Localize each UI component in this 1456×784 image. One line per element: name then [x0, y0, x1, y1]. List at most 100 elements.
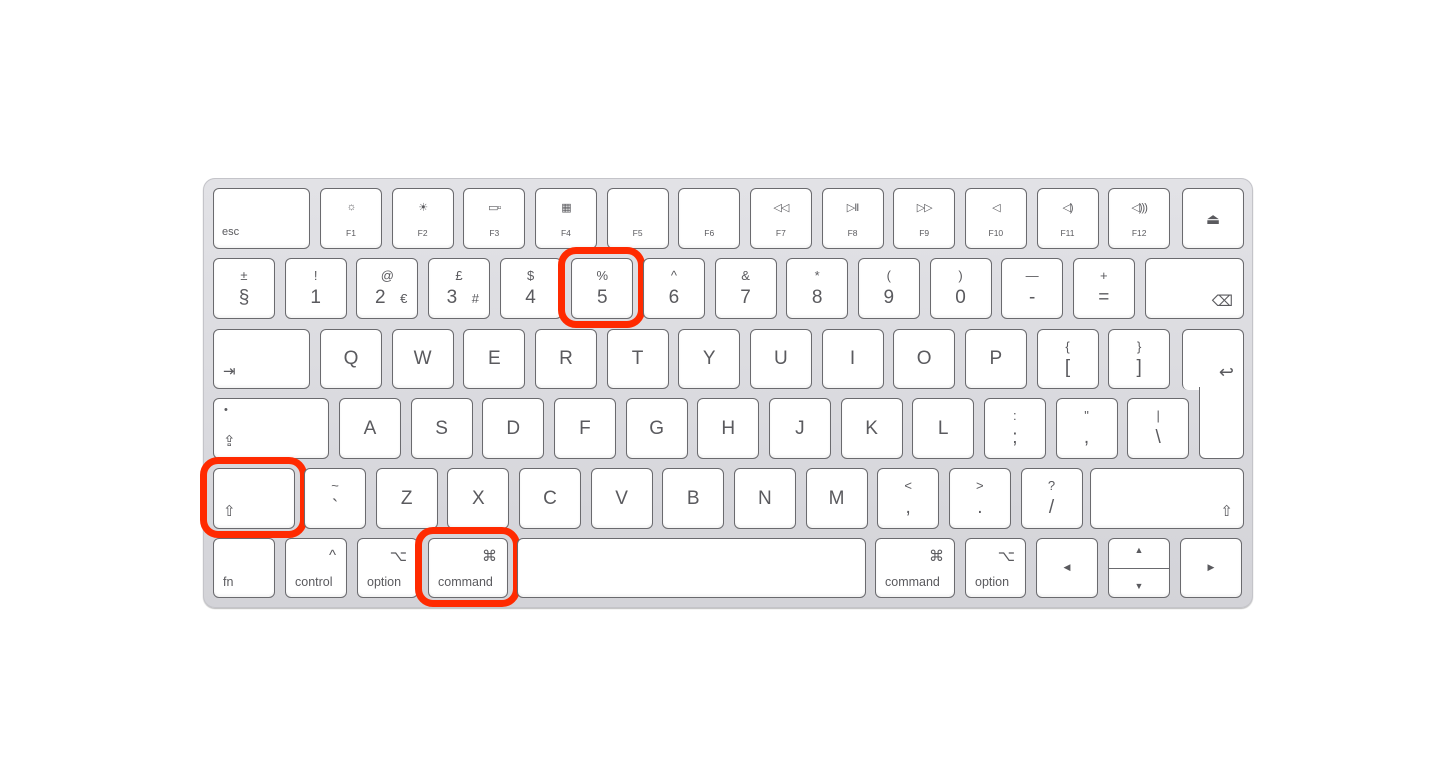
main-symbol: 4 [525, 287, 536, 308]
key-esc[interactable]: esc [213, 188, 310, 249]
letter-label: M [828, 487, 845, 509]
key-option[interactable]: option ⌥ [357, 538, 418, 598]
key-D[interactable]: D [482, 398, 545, 459]
key-space[interactable] [517, 538, 866, 598]
key-u61[interactable]: + = [1072, 258, 1135, 319]
key-U[interactable]: U [749, 329, 812, 389]
key-F4[interactable]: ▦ F4 [534, 188, 597, 249]
key-H[interactable]: H [697, 398, 760, 459]
key-F8[interactable]: ▷II F8 [821, 188, 884, 249]
key-C[interactable]: C [518, 468, 581, 529]
key-2[interactable]: @2 € [356, 258, 419, 319]
key-G[interactable]: G [625, 398, 688, 459]
key-u167[interactable]: ± § [213, 258, 275, 319]
fkey-label: F4 [560, 228, 571, 238]
key-E[interactable]: E [463, 329, 526, 389]
key-F11[interactable]: ◁) F11 [1036, 188, 1099, 249]
key-R[interactable]: R [534, 329, 597, 389]
shift-symbol: ) [958, 268, 963, 283]
key-u46[interactable]: >. [948, 468, 1011, 529]
control-icon: ^ [328, 547, 336, 564]
key-M[interactable]: M [805, 468, 868, 529]
letter-label: U [774, 348, 788, 369]
key-W[interactable]: W [391, 329, 454, 389]
shift-symbol: ( [886, 268, 892, 283]
key-V[interactable]: V [590, 468, 653, 529]
key-Z[interactable]: Z [375, 468, 438, 529]
right-option-icon: ⌥ [997, 548, 1015, 565]
key-6[interactable]: ^ 6 [642, 258, 705, 319]
fkey-label: F7 [775, 228, 786, 238]
letter-label: Y [702, 348, 716, 369]
key-u44[interactable]: <, [877, 468, 940, 529]
key-Q[interactable]: Q [320, 329, 382, 389]
key-delete[interactable]: ⌫ [1145, 258, 1244, 319]
key-F9[interactable]: ▷▷ F9 [893, 188, 956, 249]
key-K[interactable]: K [840, 398, 903, 459]
key-return[interactable]: ↩ [1182, 329, 1244, 459]
key-u96[interactable]: ~ ` [304, 468, 366, 529]
key-F12[interactable]: ◁))) F12 [1108, 188, 1171, 249]
key-F5[interactable]: F5 [606, 188, 669, 249]
key-right-command[interactable]: command ⌘ [875, 538, 955, 598]
fkey-label: F5 [632, 228, 643, 238]
fkey-label: F10 [988, 228, 1004, 238]
key-P[interactable]: P [964, 329, 1027, 389]
key-u59[interactable]: :; [983, 398, 1046, 459]
key-3[interactable]: £3 # [427, 258, 490, 319]
key-F[interactable]: F [553, 398, 616, 459]
caps-lock-indicator: • [224, 404, 228, 416]
key-J[interactable]: J [768, 398, 831, 459]
letter-label: I [849, 348, 856, 369]
key-fn[interactable]: fn [213, 538, 275, 598]
key-right-option[interactable]: option ⌥ [965, 538, 1026, 598]
key-control[interactable]: control ^ [285, 538, 347, 598]
tab-icon: ⇥ [223, 363, 236, 380]
main-symbol: , [905, 497, 911, 518]
key-F1[interactable]: ☼ F1 [320, 188, 382, 249]
key-F6[interactable]: F6 [678, 188, 741, 249]
key-tab[interactable]: ⇥ [213, 329, 310, 389]
key-F3[interactable]: ▭▫ F3 [463, 188, 526, 249]
key-0[interactable]: ) 0 [929, 258, 992, 319]
key-B[interactable]: B [662, 468, 725, 529]
key-eject[interactable]: ⏏ [1182, 188, 1244, 249]
key-N[interactable]: N [733, 468, 796, 529]
key-F10[interactable]: ◁ F10 [964, 188, 1027, 249]
key-right-shift[interactable]: ⇧ [1090, 468, 1244, 529]
key-u92[interactable]: | \ [1127, 398, 1190, 459]
shift-symbol: > [976, 478, 984, 493]
key-caps-lock[interactable]: ⇪ • [213, 398, 329, 459]
key-T[interactable]: T [606, 329, 669, 389]
key-4[interactable]: $4 [499, 258, 562, 319]
shift-symbol: ? [1047, 478, 1056, 493]
key-u93[interactable]: }] [1108, 329, 1171, 389]
key-Y[interactable]: Y [678, 329, 741, 389]
arrow-down-icon[interactable]: ▼ [1109, 581, 1169, 591]
alt-symbol: € [400, 291, 408, 306]
f9-icon: ▷▷ [916, 202, 933, 214]
key-u47[interactable]: ? / [1020, 468, 1083, 529]
key-9[interactable]: (9 [857, 258, 920, 319]
key-7[interactable]: & 7 [714, 258, 777, 319]
main-symbol: , [1083, 427, 1090, 448]
key-L[interactable]: L [912, 398, 975, 459]
key-A[interactable]: A [339, 398, 401, 459]
key-O[interactable]: O [893, 329, 956, 389]
key--[interactable]: — - [1001, 258, 1064, 319]
key-I[interactable]: I [821, 329, 884, 389]
key-8[interactable]: * 8 [786, 258, 849, 319]
key-u91[interactable]: {[ [1036, 329, 1099, 389]
shift-symbol: } [1136, 339, 1142, 354]
key-1[interactable]: ! 1 [284, 258, 347, 319]
key-arrow-right[interactable]: ▶ [1180, 538, 1242, 598]
shift-symbol: + [1100, 268, 1108, 283]
key-F7[interactable]: ◁◁ F7 [749, 188, 812, 249]
key-X[interactable]: X [447, 468, 510, 529]
key-F2[interactable]: ☀ F2 [391, 188, 454, 249]
key-u44[interactable]: ", [1055, 398, 1118, 459]
key-arrow-left[interactable]: ◀ [1036, 538, 1098, 598]
arrow-up-icon[interactable]: ▲ [1109, 545, 1169, 555]
key-arrow-up-down[interactable]: ▲ ▼ [1108, 538, 1170, 598]
key-S[interactable]: S [410, 398, 473, 459]
